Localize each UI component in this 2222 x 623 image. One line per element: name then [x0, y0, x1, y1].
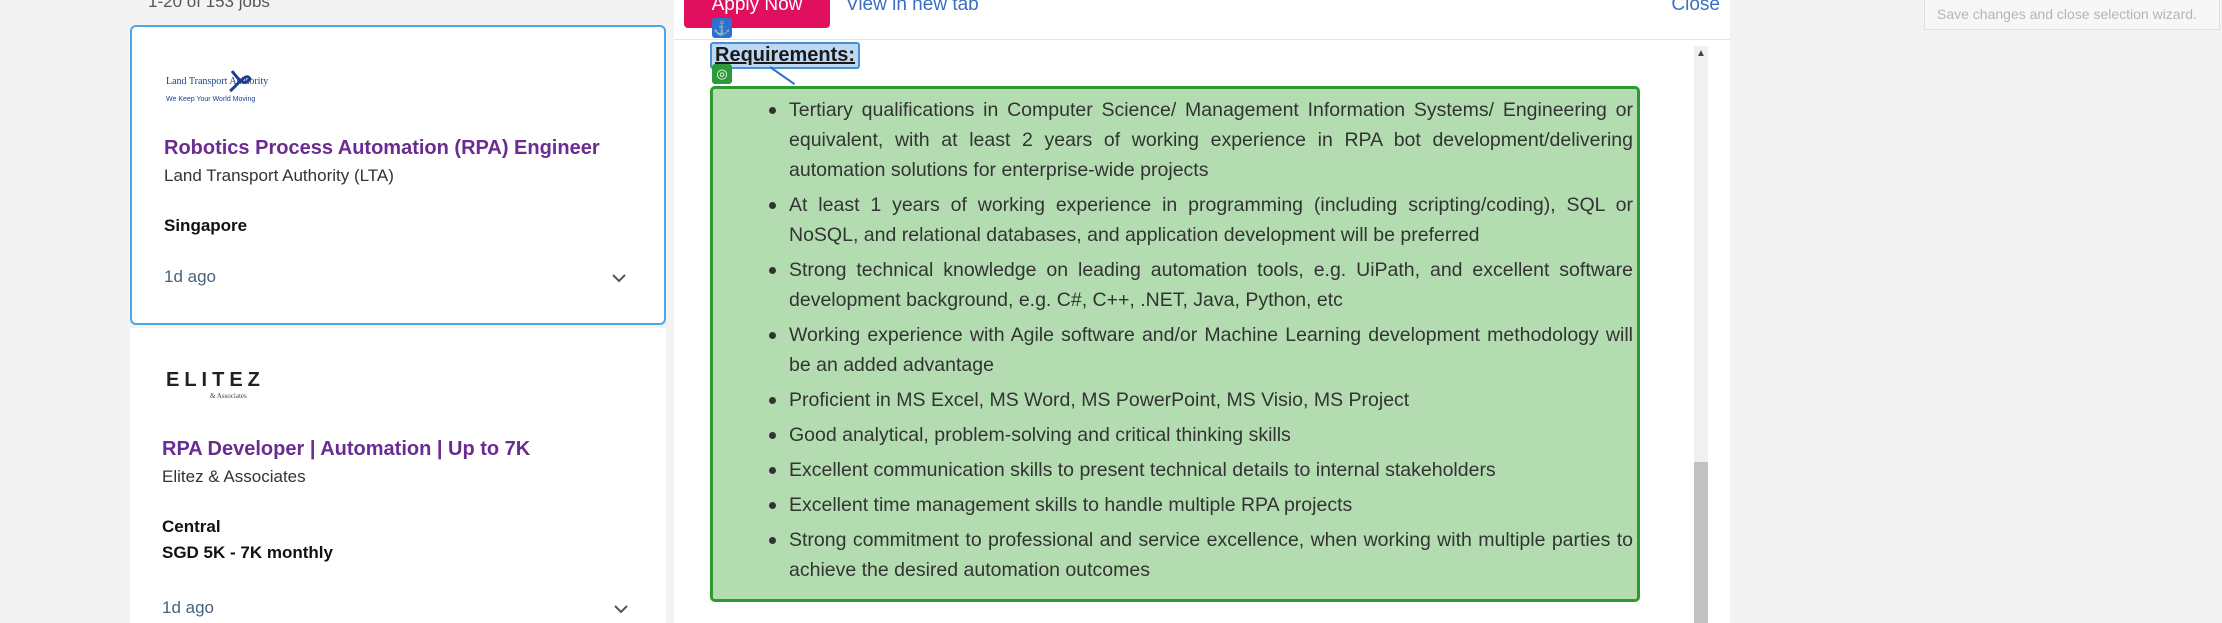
svg-text:& Associates: & Associates: [210, 392, 247, 400]
scrollbar[interactable]: ▲: [1694, 46, 1708, 623]
list-item: Working experience with Agile software a…: [713, 320, 1637, 380]
requirements-selection: Tertiary qualifications in Computer Scie…: [710, 86, 1640, 602]
selection-connector: [769, 66, 796, 86]
job-location: Singapore: [164, 216, 248, 235]
job-title[interactable]: Robotics Process Automation (RPA) Engine…: [164, 137, 632, 160]
bullet-icon: [769, 432, 776, 439]
view-in-new-tab-link[interactable]: View in new tab: [846, 0, 979, 16]
requirements-heading: Requirements:: [710, 42, 861, 69]
job-detail-panel: Apply Now View in new tab Close ⚓ Requir…: [674, 0, 1730, 623]
bullet-icon: [769, 397, 776, 404]
job-salary: SGD 5K - 7K monthly: [162, 543, 333, 562]
bullet-icon: [769, 332, 776, 339]
elitez-logo-icon: ELITEZ & Associates: [166, 369, 265, 400]
chevron-down-icon[interactable]: [610, 269, 628, 287]
job-card-elitez[interactable]: ELITEZ & Associates RPA Developer | Auto…: [130, 328, 666, 623]
bullet-icon: [769, 107, 776, 114]
detail-toolbar: Apply Now View in new tab Close: [674, 0, 1730, 40]
svg-text:We Keep Your World Moving: We Keep Your World Moving: [166, 96, 255, 103]
company-logo: ELITEZ & Associates: [162, 358, 302, 418]
list-item: Excellent communication skills to presen…: [713, 455, 1637, 485]
list-item: At least 1 years of working experience i…: [713, 190, 1637, 250]
job-title[interactable]: RPA Developer | Automation | Up to 7K: [162, 438, 634, 461]
anchor-icon[interactable]: ⚓: [712, 18, 732, 38]
company-name: Elitez & Associates: [162, 467, 306, 486]
company-logo: Land Transport Authority We Keep Your Wo…: [164, 57, 304, 117]
close-link[interactable]: Close: [1671, 0, 1720, 16]
chevron-down-icon[interactable]: [612, 600, 630, 618]
list-item: Tertiary qualifications in Computer Scie…: [713, 95, 1637, 185]
bullet-icon: [769, 202, 776, 209]
requirements-list: Tertiary qualifications in Computer Scie…: [713, 95, 1637, 585]
list-item: Proficient in MS Excel, MS Word, MS Powe…: [713, 385, 1637, 415]
scrollbar-thumb[interactable]: [1694, 462, 1708, 623]
company-name: Land Transport Authority (LTA): [164, 166, 394, 185]
list-item: Strong commitment to professional and se…: [713, 525, 1637, 585]
bullet-icon: [769, 267, 776, 274]
lta-logo-icon: Land Transport Authority We Keep Your Wo…: [166, 70, 268, 103]
scroll-up-icon[interactable]: ▲: [1696, 48, 1706, 59]
svg-text:Land Transport Authority: Land Transport Authority: [166, 76, 268, 87]
bullet-icon: [769, 502, 776, 509]
job-list: 1-20 of 153 jobs Land Transport Authorit…: [130, 0, 666, 623]
bullet-icon: [769, 537, 776, 544]
job-location: Central: [162, 517, 221, 536]
svg-text:ELITEZ: ELITEZ: [166, 369, 265, 391]
target-icon[interactable]: ◎: [712, 64, 732, 84]
posted-time: 1d ago: [162, 598, 214, 617]
list-item: Excellent time management skills to hand…: [713, 490, 1637, 520]
bullet-icon: [769, 467, 776, 474]
list-item: Strong technical knowledge on leading au…: [713, 255, 1637, 315]
list-item: Good analytical, problem-solving and cri…: [713, 420, 1637, 450]
job-count: 1-20 of 153 jobs: [148, 0, 270, 11]
job-card-lta[interactable]: Land Transport Authority We Keep Your Wo…: [130, 25, 666, 325]
posted-time: 1d ago: [164, 267, 216, 286]
apply-now-button[interactable]: Apply Now: [684, 0, 830, 28]
wizard-save-hint[interactable]: Save changes and close selection wizard.: [1924, 0, 2220, 30]
